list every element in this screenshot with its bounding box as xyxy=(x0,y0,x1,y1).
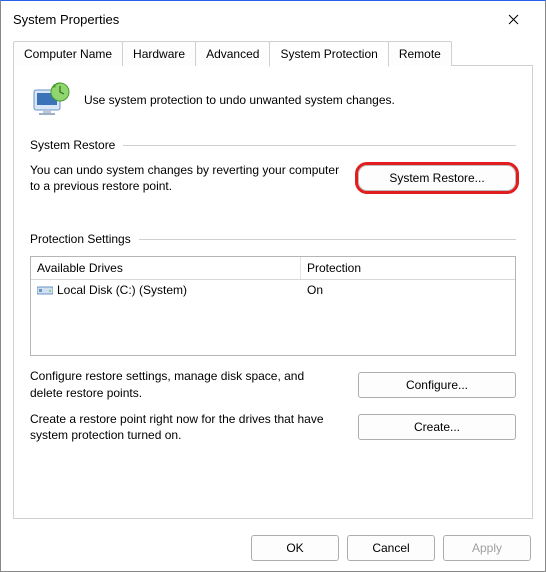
apply-button[interactable]: Apply xyxy=(443,535,531,561)
create-description: Create a restore point right now for the… xyxy=(30,411,340,443)
col-protection[interactable]: Protection xyxy=(301,257,515,279)
create-button[interactable]: Create... xyxy=(358,414,516,440)
tabstrip: Computer Name Hardware Advanced System P… xyxy=(13,41,533,66)
dialog-footer: OK Cancel Apply xyxy=(251,535,531,561)
section-protection-settings: Protection Settings xyxy=(30,232,516,246)
intro-text: Use system protection to undo unwanted s… xyxy=(84,93,395,107)
divider xyxy=(139,239,516,240)
window-title: System Properties xyxy=(13,12,119,27)
system-restore-button[interactable]: System Restore... xyxy=(358,165,516,191)
drive-icon xyxy=(37,284,53,296)
section-heading: Protection Settings xyxy=(30,232,131,246)
cancel-button[interactable]: Cancel xyxy=(347,535,435,561)
tab-advanced[interactable]: Advanced xyxy=(195,41,270,66)
ok-button[interactable]: OK xyxy=(251,535,339,561)
table-row[interactable]: Local Disk (C:) (System) On xyxy=(31,280,515,300)
close-icon xyxy=(508,14,519,25)
configure-description: Configure restore settings, manage disk … xyxy=(30,368,340,400)
drive-name: Local Disk (C:) (System) xyxy=(57,283,187,297)
col-available-drives[interactable]: Available Drives xyxy=(31,257,301,279)
configure-button[interactable]: Configure... xyxy=(358,372,516,398)
tab-hardware[interactable]: Hardware xyxy=(122,41,196,66)
titlebar: System Properties xyxy=(1,1,545,37)
tab-remote[interactable]: Remote xyxy=(388,41,452,66)
section-system-restore: System Restore xyxy=(30,138,516,152)
drive-protection: On xyxy=(301,282,515,298)
tab-computer-name[interactable]: Computer Name xyxy=(13,41,123,66)
divider xyxy=(123,145,516,146)
tab-panel: Use system protection to undo unwanted s… xyxy=(13,65,533,519)
system-protection-icon xyxy=(30,80,70,120)
restore-description: You can undo system changes by reverting… xyxy=(30,162,340,194)
section-heading: System Restore xyxy=(30,138,115,152)
table-header: Available Drives Protection xyxy=(31,257,515,280)
tab-system-protection[interactable]: System Protection xyxy=(269,41,388,67)
close-button[interactable] xyxy=(493,5,533,33)
drives-table[interactable]: Available Drives Protection Local Disk (… xyxy=(30,256,516,356)
